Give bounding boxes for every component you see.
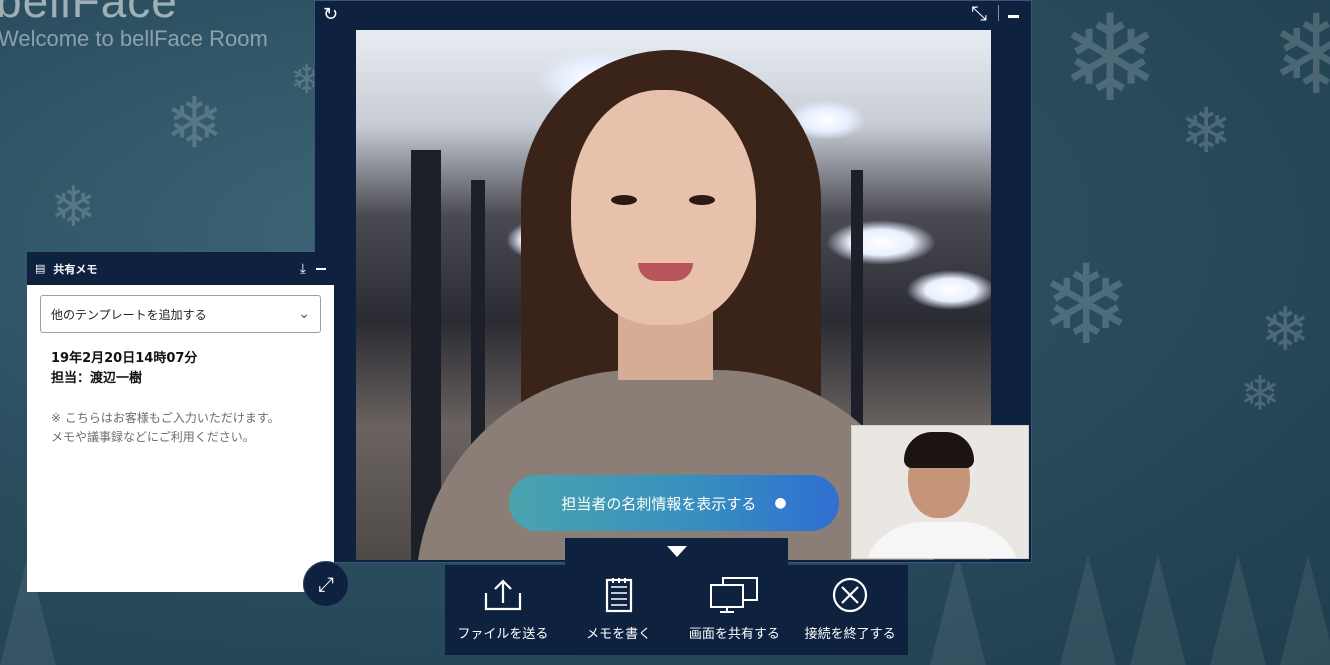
- person-face: [571, 90, 756, 325]
- write-memo-button[interactable]: メモを書く: [561, 565, 677, 655]
- download-icon[interactable]: ⤓: [300, 261, 306, 277]
- shrink-icon[interactable]: ⤡: [971, 1, 987, 25]
- memo-note: ※ こちらはお客様もご入力いただけます。 メモや議事録などにご利用ください。: [51, 409, 310, 447]
- welcome-text: Welcome to bellFace Room: [0, 26, 268, 51]
- pip-hair: [904, 432, 974, 468]
- end-connection-label: 接続を終了する: [804, 627, 896, 642]
- expand-icon: ⤢: [318, 572, 334, 596]
- eye: [611, 195, 637, 205]
- memo-icon: [605, 578, 632, 613]
- share-screen-label: 画面を共有する: [688, 627, 780, 642]
- send-file-label: ファイルを送る: [457, 627, 549, 642]
- tree-decoration: [1280, 555, 1330, 665]
- write-memo-label: メモを書く: [586, 627, 652, 642]
- tree-decoration: [1210, 555, 1266, 665]
- screen-share-icon: [710, 577, 759, 613]
- pillar: [851, 170, 863, 430]
- template-select-value: 他のテンプレートを追加する: [51, 307, 207, 322]
- refresh-icon[interactable]: ↻: [323, 4, 338, 25]
- show-business-card-button[interactable]: 担当者の名刺情報を表示する ●: [509, 475, 839, 531]
- smile: [638, 263, 693, 281]
- shared-memo-panel: ▤ 共有メモ ⤓ 他のテンプレートを追加する ⌄ 19年2月20日14時07分 …: [27, 252, 334, 592]
- share-screen-button[interactable]: 画面を共有する: [677, 565, 793, 655]
- ceiling-light: [826, 220, 936, 265]
- toolbar-toggle[interactable]: [565, 538, 788, 565]
- close-circle-icon: [833, 577, 868, 613]
- end-connection-button[interactable]: 接続を終了する: [792, 565, 908, 655]
- snowflake-decoration: ❄: [165, 82, 224, 164]
- user-icon: ●: [774, 495, 787, 511]
- snowflake-decoration: ❄: [1040, 241, 1133, 369]
- minimize-icon[interactable]: [1008, 15, 1019, 18]
- tree-decoration: [930, 555, 986, 665]
- document-icon: ▤: [35, 262, 46, 275]
- pip-body: [862, 522, 1022, 558]
- brand-logo: bellFace: [0, 0, 178, 27]
- memo-note-line: メモや議事録などにご利用ください。: [51, 430, 255, 444]
- send-file-button[interactable]: ファイルを送る: [445, 565, 561, 655]
- memo-person: 担当：渡辺一樹: [51, 371, 143, 386]
- tree-decoration: [1060, 555, 1116, 665]
- expand-memo-button[interactable]: ⤢: [303, 561, 349, 607]
- video-window: ↻ ⤡ 担当者の名刺情報を表示する ●: [314, 0, 1032, 563]
- eye: [689, 195, 715, 205]
- snowflake-decoration: ❄: [1260, 295, 1311, 365]
- show-business-card-label: 担当者の名刺情報を表示する: [561, 494, 757, 513]
- self-video[interactable]: [851, 425, 1029, 559]
- caret-down-icon: [666, 546, 687, 557]
- snowflake-decoration: ❄: [1240, 366, 1281, 422]
- toolbar: ファイルを送る メモを書く 画面を共有する 接続を終了する: [445, 565, 908, 655]
- ceiling-light: [906, 270, 991, 310]
- chevron-down-icon: ⌄: [298, 306, 310, 322]
- memo-title: 共有メモ: [53, 262, 98, 276]
- snowflake-decoration: ❄: [50, 175, 97, 240]
- snowflake-decoration: ❄: [1060, 0, 1161, 129]
- tree-decoration: [1130, 555, 1186, 665]
- snowflake-decoration: ❄: [1270, 0, 1330, 119]
- memo-header: ▤ 共有メモ ⤓: [27, 252, 334, 285]
- snowflake-decoration: ❄: [1180, 94, 1232, 167]
- memo-text-area[interactable]: 19年2月20日14時07分 担当：渡辺一樹 ※ こちらはお客様もご入力いただけ…: [27, 333, 334, 447]
- upload-icon: [484, 579, 521, 611]
- memo-date: 19年2月20日14時07分: [51, 351, 198, 366]
- template-select[interactable]: 他のテンプレートを追加する ⌄: [40, 295, 321, 333]
- minimize-icon[interactable]: [316, 267, 326, 270]
- divider: [998, 5, 999, 21]
- memo-note-line: ※ こちらはお客様もご入力いただけます。: [51, 411, 280, 425]
